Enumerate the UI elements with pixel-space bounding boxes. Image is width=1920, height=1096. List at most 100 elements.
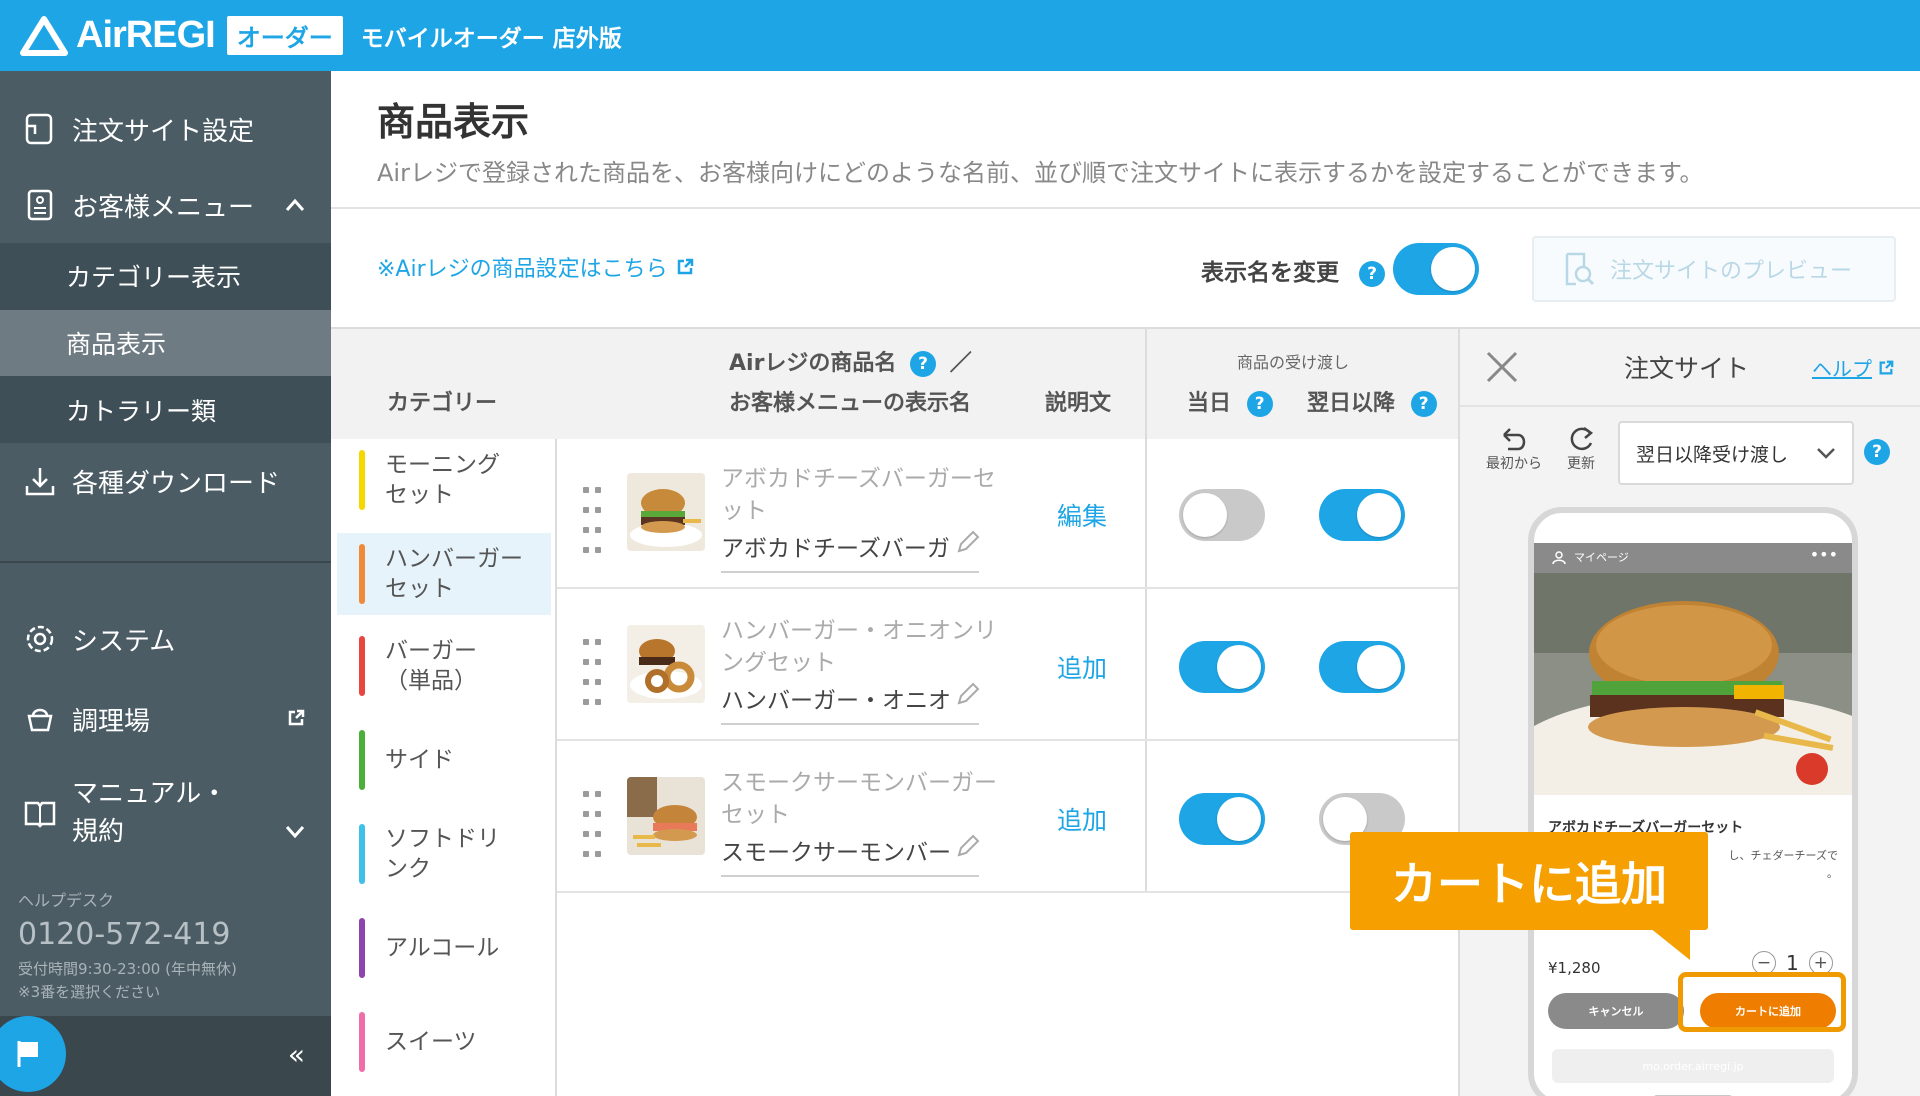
help-question-icon[interactable]: ? — [1359, 260, 1386, 287]
refresh-preview-button[interactable]: 更新 — [1566, 425, 1596, 473]
gear-icon — [22, 621, 58, 657]
sidebar-subitem-label: 商品表示 — [66, 330, 167, 359]
add-to-cart-highlight — [1678, 972, 1846, 1032]
column-header-slash: ／ — [949, 351, 972, 376]
drag-handle-icon[interactable] — [583, 487, 603, 555]
toggle-today-row-1[interactable] — [1179, 489, 1265, 541]
sidebar-item-system[interactable]: システム — [0, 601, 331, 677]
category-item-sweets[interactable]: スイーツ — [337, 1001, 551, 1083]
toggle-nextday-row-1[interactable] — [1319, 489, 1405, 541]
toggle-nextday-row-2[interactable] — [1319, 641, 1405, 693]
category-item-morning-set[interactable]: モーニング セット — [337, 439, 551, 521]
panel-title: 注文サイト — [1624, 354, 1750, 383]
sidebar-footer: « — [0, 1016, 331, 1096]
product-airregi-name: ハンバーガー・オニオンリングセット — [721, 618, 997, 676]
sidebar-subitem-category-display[interactable]: カテゴリー表示 — [0, 243, 331, 309]
collapse-sidebar-icon[interactable]: « — [288, 1038, 305, 1071]
help-question-icon[interactable]: ? — [1864, 439, 1890, 465]
sidebar-subitem-label: カトラリー類 — [66, 397, 217, 426]
description-add-link[interactable]: 追加 — [1057, 649, 1107, 685]
sidebar-item-label: マニュアル・ 規約 — [72, 779, 228, 847]
category-label: ハンバーガー セット — [385, 546, 523, 602]
document-edit-icon — [22, 111, 58, 147]
product-display-name[interactable]: アボカドチーズバーガ — [721, 529, 951, 563]
sidebar-submenu: カテゴリー表示 商品表示 カトラリー類 — [0, 243, 331, 443]
pencil-edit-icon[interactable] — [955, 681, 981, 711]
input-underline — [721, 875, 979, 877]
phone-cancel-button[interactable]: キャンセル — [1548, 993, 1684, 1029]
sidebar-subitem-cutlery[interactable]: カトラリー類 — [0, 377, 331, 443]
sidebar-divider — [0, 561, 331, 563]
product-display-name[interactable]: ハンバーガー・オニオ — [721, 681, 951, 715]
category-color-bar — [359, 918, 365, 978]
user-icon — [1552, 551, 1566, 565]
more-icon: ••• — [1809, 545, 1838, 564]
column-header-nextday-text: 翌日以降 — [1307, 391, 1396, 416]
phone-header-bar: マイページ ••• — [1534, 543, 1852, 573]
toggle-today-row-3[interactable] — [1179, 793, 1265, 845]
category-item-hamburger-set[interactable]: ハンバーガー セット — [337, 533, 551, 615]
product-thumbnail — [627, 777, 705, 855]
sidebar-item-label: 各種ダウンロード — [72, 468, 281, 499]
sidebar-subitem-label: カテゴリー表示 — [66, 263, 242, 292]
handover-select[interactable]: 翌日以降受け渡し — [1618, 421, 1854, 485]
close-icon[interactable] — [1484, 349, 1520, 385]
reset-preview-button[interactable]: 最初から — [1486, 425, 1542, 473]
description-add-link[interactable]: 追加 — [1057, 801, 1107, 837]
sidebar-item-label: システム — [72, 626, 176, 657]
rename-display-toggle[interactable] — [1393, 243, 1479, 295]
column-header-category: カテゴリー — [387, 391, 498, 416]
category-item-burger-single[interactable]: バーガー （単品） — [337, 625, 551, 707]
column-header-description: 説明文 — [1045, 391, 1112, 416]
helpdesk-hours: 受付時間9:30-23:00 (年中無休) — [18, 960, 237, 978]
category-item-alcohol[interactable]: アルコール — [337, 907, 551, 989]
download-icon — [22, 463, 58, 499]
reset-label: 最初から — [1486, 456, 1542, 472]
feedback-flag-button[interactable] — [0, 1016, 66, 1092]
description-edit-link[interactable]: 編集 — [1057, 497, 1107, 533]
page-title: 商品表示 — [377, 100, 530, 144]
callout-tail — [1650, 928, 1690, 960]
title-divider — [331, 207, 1920, 209]
help-question-icon[interactable]: ? — [1410, 391, 1437, 417]
table-header: カテゴリー Airレジの商品名 ? ／ お客様メニューの表示名 説明文 商品の受… — [331, 329, 1458, 439]
category-label: サイド — [385, 747, 454, 773]
pencil-edit-icon[interactable] — [955, 833, 981, 863]
drag-handle-icon[interactable] — [583, 791, 603, 859]
input-underline — [721, 723, 979, 725]
phone-url-bar: mo.order.airregi.jp — [1552, 1049, 1834, 1083]
sidebar-item-label: お客様メニュー — [72, 192, 255, 223]
category-item-soft-drink[interactable]: ソフトドリ ンク — [337, 813, 551, 895]
external-link-icon — [677, 258, 693, 275]
drag-handle-icon[interactable] — [583, 639, 603, 707]
help-question-icon[interactable]: ? — [1246, 391, 1273, 417]
category-item-side[interactable]: サイド — [337, 719, 551, 801]
product-airregi-name: アボカドチーズバーガーセット — [721, 466, 996, 524]
panel-help-label: ヘルプ — [1812, 357, 1872, 381]
sidebar-item-customer-menu[interactable]: お客様メニュー — [0, 167, 331, 243]
panel-help-link[interactable]: ヘルプ — [1812, 353, 1894, 382]
order-site-preview-button[interactable]: 注文サイトのプレビュー — [1532, 236, 1896, 302]
product-airregi-name: スモークサーモンバーガーセット — [721, 770, 997, 828]
product-display-name[interactable]: スモークサーモンバー — [721, 833, 951, 867]
header-subtitle: モバイルオーダー 店外版 — [360, 25, 622, 52]
sidebar-item-downloads[interactable]: 各種ダウンロード — [0, 443, 331, 519]
sidebar-item-label: 調理場 — [72, 706, 151, 737]
airregi-product-settings-link[interactable]: ※Airレジの商品設定はこちら — [377, 251, 694, 283]
link-label: ※Airレジの商品設定はこちら — [377, 257, 668, 282]
helpdesk-title: ヘルプデスク — [18, 891, 115, 910]
category-color-bar — [359, 450, 365, 510]
help-question-icon[interactable]: ? — [910, 351, 937, 377]
category-label: バーガー （単品） — [385, 638, 477, 694]
helpdesk-info: ヘルプデスク 0120-572-419 受付時間9:30-23:00 (年中無休… — [18, 887, 237, 1002]
toggle-today-row-2[interactable] — [1179, 641, 1265, 693]
mypage-label: マイページ — [1574, 551, 1629, 564]
category-label: モーニング セット — [385, 452, 500, 508]
handover-select-value: 翌日以降受け渡し — [1636, 443, 1789, 466]
sidebar-item-order-site-settings[interactable]: 注文サイト設定 — [0, 91, 331, 167]
sidebar-subitem-product-display[interactable]: 商品表示 — [0, 310, 331, 376]
sidebar-item-kitchen[interactable]: 調理場 — [0, 681, 331, 757]
sidebar-item-manual[interactable]: マニュアル・ 規約 — [0, 761, 331, 865]
pencil-edit-icon[interactable] — [955, 529, 981, 559]
column-header-product-name: Airレジの商品名 ? ／ — [729, 345, 972, 377]
